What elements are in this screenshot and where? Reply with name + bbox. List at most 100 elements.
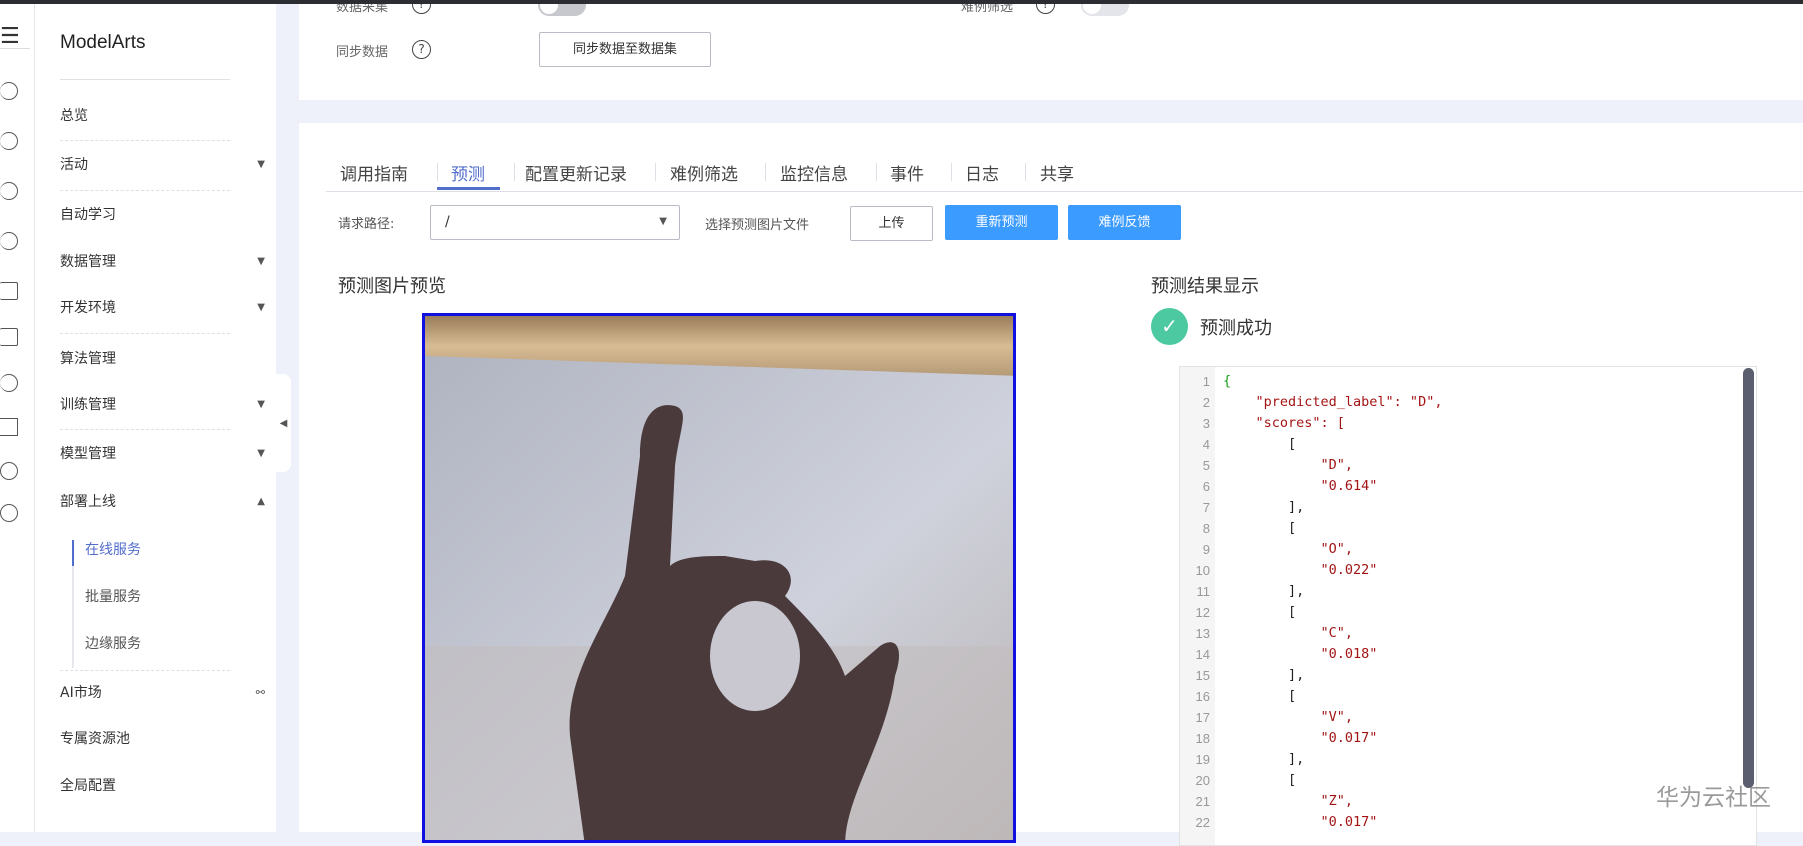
code-text: "0.022" — [1223, 562, 1378, 578]
config-card: 数据采集 ? 难例筛选 ? 同步数据 ? 同步数据至数据集 — [299, 0, 1803, 100]
code-text: "0.017" — [1223, 730, 1378, 746]
sidebar-item-global-config[interactable]: 全局配置 — [60, 775, 260, 797]
sidebar-subitem-edge-service[interactable]: 边缘服务 — [85, 633, 141, 655]
tab-events[interactable]: 事件 — [890, 160, 924, 185]
code-line: 5 "D", — [1180, 455, 1756, 476]
tab-share[interactable]: 共享 — [1040, 160, 1074, 185]
pyramid-icon[interactable] — [0, 418, 18, 436]
select-file-label: 选择预测图片文件 — [705, 218, 810, 233]
sidebar-item-algorithm[interactable]: 算法管理 — [60, 348, 260, 370]
top-bar — [0, 0, 1803, 4]
preview-title: 预测图片预览 — [338, 276, 446, 297]
code-line: 13 "C", — [1180, 623, 1756, 644]
sidebar-item-training[interactable]: 训练管理 ▼ — [60, 394, 265, 416]
repredict-button[interactable]: 重新预测 — [945, 205, 1058, 240]
tab-predict[interactable]: 预测 — [451, 160, 485, 185]
line-number: 10 — [1195, 563, 1210, 578]
code-text: "D", — [1223, 457, 1354, 473]
cloud-icon[interactable] — [0, 82, 18, 100]
line-number: 5 — [1202, 458, 1210, 473]
code-text: "V", — [1223, 709, 1354, 725]
code-scrollbar[interactable] — [1743, 368, 1754, 788]
code-line: 18 "0.017" — [1180, 728, 1756, 749]
result-json-viewer[interactable]: 1{2 "predicted_label": "D", 3 "scores": [… — [1179, 366, 1757, 846]
tab-logs[interactable]: 日志 — [965, 160, 999, 185]
sidebar-subitem-batch-service[interactable]: 批量服务 — [85, 586, 141, 608]
sidebar-item-resource-pool[interactable]: 专属资源池 — [60, 728, 260, 750]
line-number: 22 — [1195, 815, 1210, 830]
hand-sign-image — [425, 316, 1013, 840]
line-number: 15 — [1195, 668, 1210, 683]
line-number: 17 — [1195, 710, 1210, 725]
sidebar-item-data-management[interactable]: 数据管理 ▼ — [60, 251, 265, 273]
code-line: 2 "predicted_label": "D", — [1180, 392, 1756, 413]
line-number: 11 — [1196, 584, 1211, 599]
code-line: 8 [ — [1180, 518, 1756, 539]
sidebar-collapse-handle[interactable]: ◀ — [276, 374, 291, 472]
line-number: 13 — [1195, 626, 1210, 641]
code-line: 19 ], — [1180, 749, 1756, 770]
sidebar-item-auto-learning[interactable]: 自动学习 — [60, 204, 260, 226]
storage-icon[interactable] — [0, 232, 18, 250]
sidebar-item-overview[interactable]: 总览 — [60, 105, 260, 127]
doc-icon[interactable] — [0, 282, 18, 300]
code-line: 6 "0.614" — [1180, 476, 1756, 497]
watermark: 华为云社区 — [1656, 785, 1771, 811]
caret-down-icon: ▼ — [257, 302, 265, 313]
caret-down-icon: ▼ — [257, 399, 265, 410]
code-text: ], — [1223, 751, 1305, 767]
caret-up-icon: ▲ — [257, 496, 265, 507]
request-path-select[interactable]: / ▼ — [430, 205, 680, 240]
sidebar-item-deploy[interactable]: 部署上线 ▲ — [60, 491, 265, 513]
sidebar-subitem-online-service[interactable]: 在线服务 — [85, 539, 141, 561]
globe-icon[interactable] — [0, 462, 18, 480]
cloud-arrow-icon[interactable] — [0, 374, 18, 392]
code-line: 10 "0.022" — [1180, 560, 1756, 581]
sidebar-item-dev-env[interactable]: 开发环境 ▼ — [60, 297, 265, 319]
line-number: 6 — [1202, 479, 1210, 494]
sidebar-item-activity[interactable]: 活动 ▼ — [60, 154, 265, 176]
wave-icon[interactable] — [0, 182, 18, 200]
code-line: 16 [ — [1180, 686, 1756, 707]
sidebar-item-label: 活动 — [60, 157, 88, 173]
code-text: { — [1223, 373, 1232, 389]
tab-hard-example[interactable]: 难例筛选 — [670, 160, 738, 185]
sidebar-item-label: 开发环境 — [60, 300, 116, 316]
service-rail: ☰ — [0, 4, 35, 832]
line-number: 3 — [1202, 416, 1210, 431]
code-text: [ — [1223, 772, 1297, 788]
line-number: 8 — [1202, 521, 1210, 536]
sidebar-item-model[interactable]: 模型管理 ▼ — [60, 443, 265, 465]
caret-down-icon: ▼ — [257, 256, 265, 267]
sidebar-item-ai-market[interactable]: AI市场 ⚯ — [60, 682, 265, 704]
doc-cloud-icon[interactable] — [0, 328, 18, 346]
tab-monitoring[interactable]: 监控信息 — [780, 160, 848, 185]
sync-to-dataset-button[interactable]: 同步数据至数据集 — [539, 32, 711, 67]
sidebar-item-label: 专属资源池 — [60, 731, 130, 747]
hexagon-icon[interactable] — [0, 132, 18, 150]
code-line: 9 "O", — [1180, 539, 1756, 560]
caret-down-icon: ▼ — [257, 448, 265, 459]
line-number: 4 — [1202, 437, 1210, 452]
line-number: 14 — [1195, 647, 1210, 662]
line-number: 16 — [1195, 689, 1210, 704]
hard-example-feedback-button[interactable]: 难例反馈 — [1068, 205, 1181, 240]
request-path-label: 请求路径: — [338, 217, 395, 232]
code-line: 1{ — [1180, 371, 1756, 392]
ip-icon[interactable] — [0, 504, 18, 522]
chevron-down-icon: ▼ — [659, 216, 667, 227]
code-text: "scores": [ — [1223, 415, 1345, 431]
sidebar-item-label: 总览 — [60, 108, 88, 124]
upload-button[interactable]: 上传 — [850, 206, 933, 241]
code-line: 11 ], — [1180, 581, 1756, 602]
code-text: [ — [1223, 520, 1297, 536]
tab-guide[interactable]: 调用指南 — [340, 160, 408, 185]
code-line: 12 [ — [1180, 602, 1756, 623]
menu-icon[interactable]: ☰ — [0, 24, 20, 49]
request-path-value: / — [445, 214, 450, 230]
help-icon[interactable]: ? — [412, 40, 431, 59]
tab-config-history[interactable]: 配置更新记录 — [525, 160, 627, 185]
line-number: 19 — [1195, 752, 1210, 767]
code-text: "0.018" — [1223, 646, 1378, 662]
code-text: [ — [1223, 604, 1297, 620]
